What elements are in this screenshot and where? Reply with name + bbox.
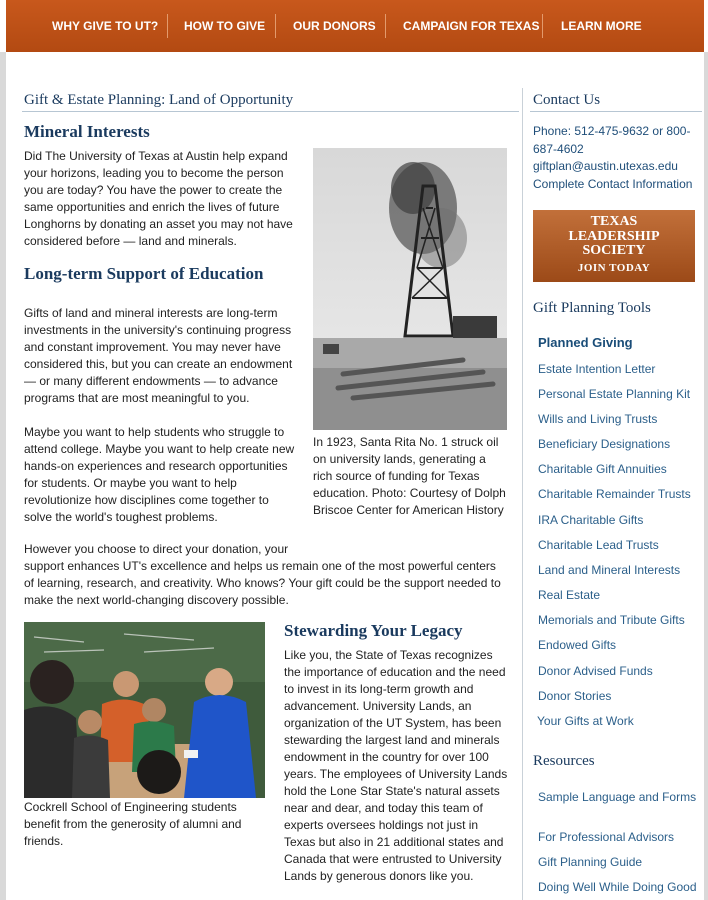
nav-campaign-for-texas[interactable]: CAMPAIGN FOR TEXAS — [403, 0, 539, 52]
page-title: Gift & Estate Planning: Land of Opportun… — [24, 92, 294, 108]
tool-link[interactable]: Your Gifts at Work — [537, 714, 634, 728]
nav-separator — [385, 14, 386, 38]
tool-planned-giving[interactable]: Planned Giving — [538, 335, 633, 350]
resource-link[interactable]: For Professional Advisors — [538, 829, 703, 845]
however-text-line1: However you choose to direct your donati… — [24, 542, 289, 556]
tool-link[interactable]: Real Estate — [538, 588, 600, 602]
join-today-link[interactable]: JOIN TODAY — [533, 261, 695, 276]
tool-link[interactable]: Memorials and Tribute Gifts — [538, 613, 685, 627]
tool-link[interactable]: Wills and Living Trusts — [538, 412, 657, 426]
nav-learn-more[interactable]: LEARN MORE — [561, 0, 642, 52]
tool-link[interactable]: Land and Mineral Interests — [538, 563, 680, 577]
tool-link[interactable]: Charitable Remainder Trusts — [538, 487, 691, 501]
title-rule — [22, 111, 519, 112]
tool-link[interactable]: Beneficiary Designations — [538, 437, 670, 451]
phone-numbers: Phone: 512-475-9632 or 800-687-4602 — [533, 124, 691, 156]
resources-heading: Resources — [533, 753, 595, 769]
maybe-text: Maybe you want to help students who stru… — [24, 425, 295, 524]
tool-link[interactable]: Personal Estate Planning Kit — [538, 387, 690, 401]
nav-how-to-give[interactable]: HOW TO GIVE — [184, 0, 265, 52]
contact-heading: Contact Us — [533, 92, 601, 108]
mineral-interests-heading: Mineral Interests — [24, 122, 150, 141]
texas-leadership-society-banner[interactable]: TEXAS LEADERSHIP SOCIETY JOIN TODAY — [533, 210, 695, 282]
tool-link[interactable]: Donor Stories — [538, 689, 611, 703]
resource-link[interactable]: Gift Planning Guide — [538, 854, 703, 870]
oil-photo-caption: In 1923, Santa Rita No. 1 struck oil on … — [313, 435, 506, 517]
tool-link[interactable]: Endowed Gifts — [538, 638, 616, 652]
nav-separator — [542, 14, 543, 38]
resource-link[interactable]: Sample Language and Forms — [538, 789, 703, 805]
nav-why-give[interactable]: WHY GIVE TO UT? — [52, 0, 158, 52]
gift-planning-tools-heading: Gift Planning Tools — [533, 300, 651, 316]
left-edge — [0, 52, 6, 900]
top-nav: WHY GIVE TO UT? HOW TO GIVE OUR DONORS C… — [6, 0, 704, 52]
stewarding-text: Like you, the State of Texas recognizes … — [284, 648, 508, 883]
students-photo-caption: Cockrell School of Engineering students … — [24, 800, 242, 848]
contact-info: Phone: 512-475-9632 or 800-687-4602 gift… — [533, 123, 703, 193]
tool-link[interactable]: Charitable Gift Annuities — [538, 462, 667, 476]
email-link[interactable]: giftplan@austin.utexas.edu — [533, 158, 703, 176]
banner-line-society: SOCIETY — [582, 243, 646, 258]
long-term-support-text: Gifts of land and mineral interests are … — [24, 306, 293, 405]
tool-link[interactable]: Charitable Lead Trusts — [538, 538, 659, 552]
banner-line-texas: TEXAS — [590, 214, 638, 229]
contact-info-link[interactable]: Complete Contact Information — [533, 176, 703, 194]
stewarding-heading: Stewarding Your Legacy — [284, 621, 463, 640]
tool-link[interactable]: Donor Advised Funds — [538, 664, 653, 678]
mineral-interests-text: Did The University of Texas at Austin he… — [24, 149, 293, 248]
right-edge — [704, 52, 708, 900]
nav-separator — [275, 14, 276, 38]
however-text: support enhances UT's excellence and hel… — [24, 559, 501, 607]
resource-link[interactable]: Doing Well While Doing Good — [538, 879, 703, 895]
tool-link[interactable]: IRA Charitable Gifts — [538, 513, 643, 527]
nav-separator — [167, 14, 168, 38]
contact-rule — [530, 111, 702, 112]
long-term-support-heading: Long-term Support of Education — [24, 264, 264, 283]
nav-our-donors[interactable]: OUR DONORS — [293, 0, 376, 52]
tool-link[interactable]: Estate Intention Letter — [538, 362, 655, 376]
banner-line-leadership: LEADERSHIP — [568, 228, 660, 244]
column-divider — [522, 88, 523, 900]
students-photo — [24, 622, 265, 798]
oil-derrick-photo — [313, 148, 507, 430]
